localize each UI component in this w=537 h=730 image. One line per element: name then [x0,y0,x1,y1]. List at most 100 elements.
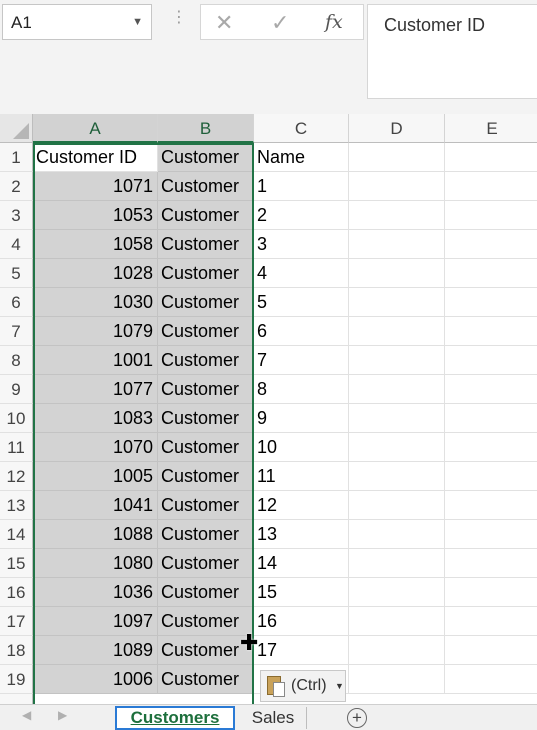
cell-a6[interactable]: 1030 [33,288,158,317]
cell-d12[interactable] [349,462,445,491]
row-header[interactable]: 12 [0,462,33,491]
cell-b8[interactable]: Customer [158,346,254,375]
cell-b14[interactable]: Customer [158,520,254,549]
formula-input[interactable]: Customer ID [367,4,537,99]
cell-c7[interactable]: 6 [254,317,349,346]
cell-a17[interactable]: 1097 [33,607,158,636]
cell-e19[interactable] [445,665,537,694]
column-header-e[interactable]: E [445,114,537,143]
row-header[interactable]: 9 [0,375,33,404]
cell-a18[interactable]: 1089 [33,636,158,665]
fx-icon[interactable]: fx [325,11,343,33]
cell-e16[interactable] [445,578,537,607]
cell-e17[interactable] [445,607,537,636]
cell-b15[interactable]: Customer [158,549,254,578]
cell-e15[interactable] [445,549,537,578]
check-icon[interactable]: ✓ [271,10,289,36]
cell-b1[interactable]: Customer [158,143,254,172]
row-header[interactable]: 10 [0,404,33,433]
cell-a10[interactable]: 1083 [33,404,158,433]
cell-e1[interactable] [445,143,537,172]
cell-d2[interactable] [349,172,445,201]
cell-a11[interactable]: 1070 [33,433,158,462]
column-header-b[interactable]: B [158,114,254,143]
triangle-left-icon[interactable]: ◀ [22,708,31,722]
cell-d1[interactable] [349,143,445,172]
cell-a4[interactable]: 1058 [33,230,158,259]
cell-a12[interactable]: 1005 [33,462,158,491]
cell-b13[interactable]: Customer [158,491,254,520]
row-header[interactable]: 11 [0,433,33,462]
cell-a2[interactable]: 1071 [33,172,158,201]
spreadsheet-grid[interactable]: A B C D E 1 Customer ID Customer Name 2 1071 Custom… [0,114,537,704]
cell-d6[interactable] [349,288,445,317]
row-header[interactable]: 18 [0,636,33,665]
name-box[interactable]: A1 ▼ [2,4,152,40]
row-header[interactable]: 5 [0,259,33,288]
cell-e12[interactable] [445,462,537,491]
cell-c16[interactable]: 15 [254,578,349,607]
row-header[interactable]: 2 [0,172,33,201]
cell-b11[interactable]: Customer [158,433,254,462]
cell-e10[interactable] [445,404,537,433]
cell-e3[interactable] [445,201,537,230]
row-header[interactable]: 14 [0,520,33,549]
cell-c1[interactable]: Name [254,143,349,172]
chevron-down-icon[interactable]: ▼ [132,16,143,28]
row-header[interactable]: 1 [0,143,33,172]
cell-d9[interactable] [349,375,445,404]
cell-b19[interactable]: Customer [158,665,254,694]
cell-e4[interactable] [445,230,537,259]
cell-d17[interactable] [349,607,445,636]
cell-b12[interactable]: Customer [158,462,254,491]
grip-icon[interactable]: ⋮ [171,10,187,26]
cell-c15[interactable]: 14 [254,549,349,578]
cell-b6[interactable]: Customer [158,288,254,317]
row-header[interactable]: 13 [0,491,33,520]
row-header[interactable]: 19 [0,665,33,694]
row-header[interactable]: 7 [0,317,33,346]
row-header[interactable]: 3 [0,201,33,230]
cell-a1[interactable]: Customer ID [33,143,158,172]
paste-options-button[interactable]: (Ctrl) ▼ [260,670,346,702]
cell-d13[interactable] [349,491,445,520]
row-header[interactable]: 6 [0,288,33,317]
cell-c3[interactable]: 2 [254,201,349,230]
cell-c8[interactable]: 7 [254,346,349,375]
plus-circle-icon[interactable]: + [347,708,367,728]
cell-e18[interactable] [445,636,537,665]
cell-c14[interactable]: 13 [254,520,349,549]
cell-c18[interactable]: 17 [254,636,349,665]
cell-a3[interactable]: 1053 [33,201,158,230]
tab-sales[interactable]: Sales [240,707,307,729]
cell-b5[interactable]: Customer [158,259,254,288]
cell-a14[interactable]: 1088 [33,520,158,549]
cell-d16[interactable] [349,578,445,607]
cell-c5[interactable]: 4 [254,259,349,288]
cell-a13[interactable]: 1041 [33,491,158,520]
column-header-c[interactable]: C [254,114,349,143]
cell-b16[interactable]: Customer [158,578,254,607]
cell-c6[interactable]: 5 [254,288,349,317]
cell-c17[interactable]: 16 [254,607,349,636]
cell-c11[interactable]: 10 [254,433,349,462]
cell-a16[interactable]: 1036 [33,578,158,607]
cell-d4[interactable] [349,230,445,259]
cell-d7[interactable] [349,317,445,346]
cell-a19[interactable]: 1006 [33,665,158,694]
column-header-a[interactable]: A [33,114,158,143]
cell-d8[interactable] [349,346,445,375]
cell-a5[interactable]: 1028 [33,259,158,288]
cell-e9[interactable] [445,375,537,404]
cell-d14[interactable] [349,520,445,549]
cell-b10[interactable]: Customer [158,404,254,433]
cell-a8[interactable]: 1001 [33,346,158,375]
row-header[interactable]: 4 [0,230,33,259]
row-header[interactable]: 17 [0,607,33,636]
close-icon[interactable]: ✕ [215,10,233,36]
cell-e7[interactable] [445,317,537,346]
cell-a7[interactable]: 1079 [33,317,158,346]
cell-b9[interactable]: Customer [158,375,254,404]
cell-a9[interactable]: 1077 [33,375,158,404]
column-header-d[interactable]: D [349,114,445,143]
